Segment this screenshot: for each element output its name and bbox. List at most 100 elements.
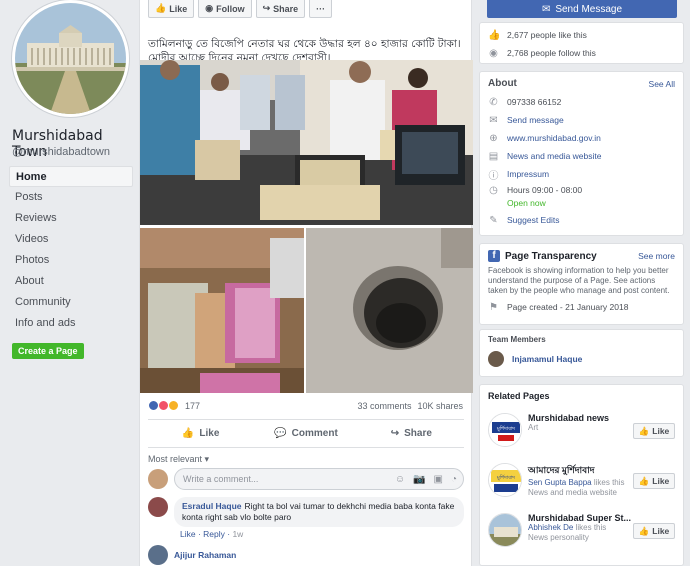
post-top-actions: 👍 Like ◉ Follow ↪ Share ···	[148, 0, 333, 18]
related-page-logo[interactable]: মুর্শিদাবাদ	[488, 413, 522, 447]
user-avatar[interactable]	[148, 469, 168, 489]
likes-text: 2,677 people like this	[507, 30, 587, 40]
comment-count[interactable]: 33 comments	[357, 401, 411, 411]
comment-1-meta: Like · Reply · 1w	[180, 529, 244, 539]
team-member-row[interactable]: Injamamul Haque	[480, 348, 683, 370]
comment-reply-link[interactable]: Reply	[203, 529, 225, 539]
related-page-like-button[interactable]: 👍 Like	[633, 473, 675, 489]
category-link: News and media website	[507, 151, 602, 161]
about-title: About	[488, 78, 517, 89]
related-page-logo[interactable]: মুর্শিদাবাদ	[488, 463, 522, 497]
page-follow-label: Follow	[216, 3, 245, 14]
related-page-logo-text: মুর্শিদাবাদ	[496, 425, 515, 432]
about-card: About See All ✆ 097338 66152 ✉ Send messag…	[479, 71, 684, 236]
camera-icon[interactable]: 📷	[413, 474, 425, 485]
comment-button[interactable]: 💬 Comment	[253, 420, 358, 447]
commenter-avatar[interactable]	[148, 545, 168, 565]
related-page-name[interactable]: Murshidabad Super St...	[528, 513, 631, 523]
category-row[interactable]: ▤ News and media website	[480, 147, 683, 165]
nav-photos[interactable]: Photos	[9, 250, 133, 271]
like-button[interactable]: 👍 Like	[148, 420, 253, 447]
related-page-logo[interactable]	[488, 513, 522, 547]
nav-info-and-ads[interactable]: Info and ads	[9, 313, 133, 334]
post-card: 👍 Like ◉ Follow ↪ Share ··· তামিলনাড়ু তে ব…	[139, 0, 473, 566]
comment-input[interactable]: Write a comment... ☺ 📷 ▣ ◔	[174, 468, 464, 490]
about-see-all[interactable]: See All	[649, 79, 675, 89]
share-icon: ↪	[262, 3, 271, 13]
impressum-row[interactable]: ⓘ Impressum	[480, 165, 683, 183]
photo-3[interactable]	[306, 228, 473, 393]
open-now-row: Open now	[480, 197, 683, 209]
related-page-category: News and media website	[528, 488, 617, 497]
reaction-count: 177	[185, 400, 201, 411]
phone-row[interactable]: ✆ 097338 66152	[480, 93, 683, 111]
comment-like-link[interactable]: Like	[180, 529, 196, 539]
related-page-item[interactable]: মুর্শিদাবাদ Murshidabad news Art 👍 Like	[480, 413, 683, 463]
friend-link[interactable]: Sen Gupta Bappa	[528, 478, 592, 487]
more-options-button[interactable]: ···	[309, 0, 333, 18]
thumbs-up-icon: 👍	[638, 425, 650, 436]
comment-2: Ajijur Rahaman	[148, 545, 236, 565]
nav-reviews[interactable]: Reviews	[9, 208, 133, 229]
gif-icon[interactable]: ▣	[434, 474, 443, 485]
page-share-button[interactable]: ↪ Share	[255, 0, 306, 18]
website-row[interactable]: ⊕ www.murshidabad.gov.in	[480, 129, 683, 147]
transparency-text: Facebook is showing information to help …	[488, 266, 670, 295]
nav-videos[interactable]: Videos	[9, 229, 133, 250]
website-link: www.murshidabad.gov.in	[507, 133, 601, 143]
send-message-row[interactable]: ✉ Send message	[480, 111, 683, 129]
team-members-card: Team Members Injamamul Haque	[479, 329, 684, 377]
related-page-like-button[interactable]: 👍 Like	[633, 523, 675, 539]
send-message-button[interactable]: ✉ Send Message	[487, 0, 677, 18]
page-like-button[interactable]: 👍 Like	[148, 0, 195, 18]
nav-posts[interactable]: Posts	[9, 187, 133, 208]
related-pages-title: Related Pages	[488, 391, 550, 401]
post-photos[interactable]	[140, 60, 473, 393]
suggest-edits-row[interactable]: ✎ Suggest Edits	[480, 211, 683, 229]
sticker-icon[interactable]: ◔	[451, 474, 457, 485]
hours-row[interactable]: ◷ Hours 09:00 - 08:00	[480, 183, 683, 197]
photo-2[interactable]	[140, 228, 304, 393]
share-button[interactable]: ↪ Share	[359, 420, 464, 447]
related-page-name[interactable]: আমাদের মুর্শিদাবাদ	[528, 463, 625, 478]
comment-sort-dropdown[interactable]: Most relevant ▾	[148, 454, 209, 465]
nav-community[interactable]: Community	[9, 292, 133, 313]
like-label: Like	[652, 526, 670, 536]
related-page-item[interactable]: Murshidabad Super St... Abhishek De like…	[480, 513, 683, 563]
comment-time[interactable]: 1w	[232, 529, 243, 539]
like-label: Like	[652, 426, 670, 436]
share-count[interactable]: 10K shares	[417, 401, 463, 411]
page-handle[interactable]: @murshidabadtown	[12, 146, 110, 158]
haha-reaction-icon	[168, 400, 179, 411]
comment-composer: Write a comment... ☺ 📷 ▣ ◔	[148, 468, 464, 490]
related-page-like-button[interactable]: 👍 Like	[633, 423, 675, 439]
transparency-see-more[interactable]: See more	[638, 251, 675, 261]
pencil-icon: ✎	[489, 214, 498, 226]
related-page-name[interactable]: Murshidabad news	[528, 413, 609, 423]
comment-placeholder: Write a comment...	[183, 474, 259, 484]
likes-this-text: likes this	[575, 523, 607, 532]
page-avatar[interactable]	[12, 0, 129, 117]
page-follow-button[interactable]: ◉ Follow	[198, 0, 252, 18]
friend-link[interactable]: Abhishek De	[528, 523, 573, 532]
related-page-social: Abhishek De likes this	[528, 523, 631, 533]
member-avatar[interactable]	[488, 351, 504, 367]
commenter-avatar[interactable]	[148, 497, 168, 517]
create-page-button[interactable]: Create a Page	[12, 343, 84, 359]
clock-icon: ◷	[489, 184, 498, 196]
share-icon: ↪	[390, 428, 400, 439]
post-stats: 33 comments 10K shares	[357, 401, 463, 411]
thumbs-up-icon: 👍	[638, 525, 650, 536]
rss-icon: ◉	[205, 3, 214, 13]
comment-author[interactable]: Ajijur Rahaman	[174, 550, 236, 560]
nav-about[interactable]: About	[9, 271, 133, 292]
globe-icon: ⊕	[489, 132, 498, 144]
comment-author[interactable]: Esradul Haque	[182, 501, 242, 511]
comment-1: Esradul Haque Right ta bol vai tumar to d…	[148, 497, 464, 527]
nav-home[interactable]: Home	[9, 166, 133, 187]
photo-1[interactable]	[140, 60, 473, 225]
comment-tools: ☺ 📷 ▣ ◔	[395, 474, 457, 485]
related-page-item[interactable]: মুর্শিদাবাদ আমাদের মুর্শিদাবাদ Sen Gupta…	[480, 463, 683, 513]
emoji-icon[interactable]: ☺	[395, 474, 405, 485]
reaction-summary[interactable]: 177	[148, 400, 200, 411]
